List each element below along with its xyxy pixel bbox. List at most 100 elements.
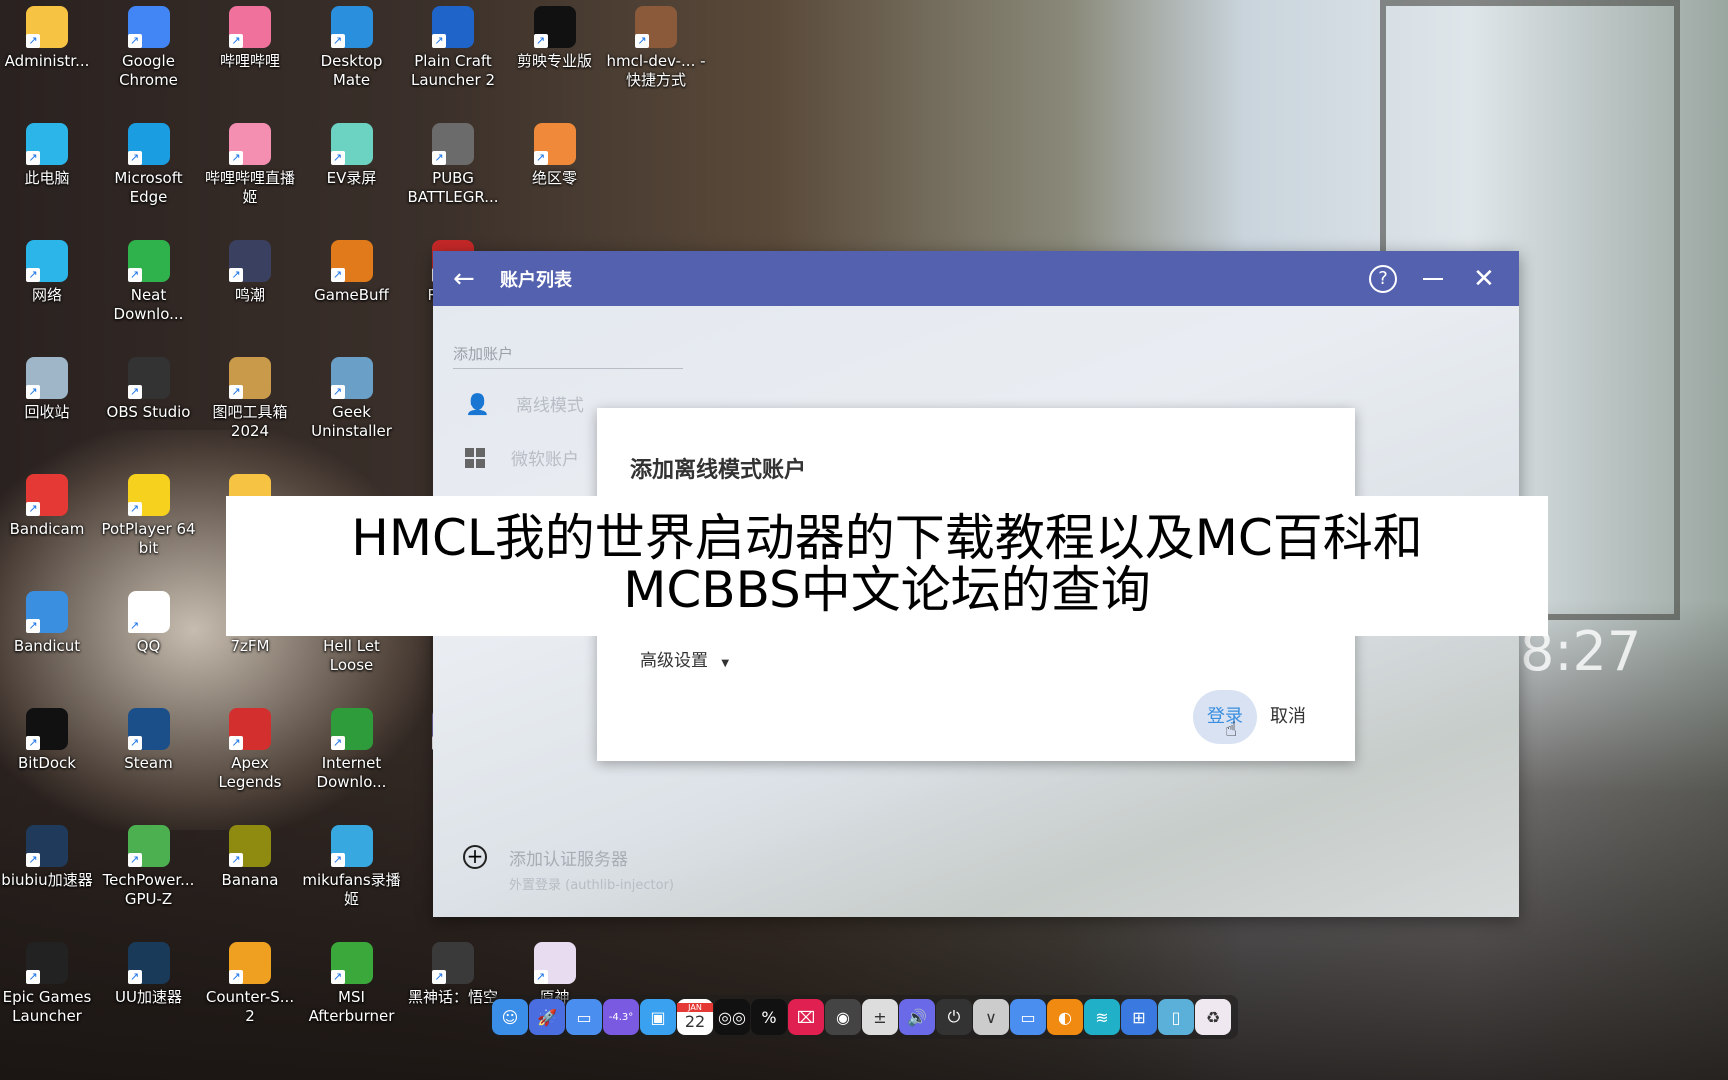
desktop-icon[interactable]: ↗ Google Chrome bbox=[98, 2, 200, 90]
desktop-icon[interactable]: ↗ OBS Studio bbox=[98, 353, 200, 422]
app-icon: ↗ bbox=[533, 942, 576, 984]
desktop-icon[interactable]: ↗ UU加速器 bbox=[98, 938, 200, 1007]
login-button[interactable]: 登录 ☝ bbox=[1193, 690, 1257, 744]
desktop-icon[interactable]: ↗ Steam bbox=[98, 704, 200, 773]
app-icon: ↗ bbox=[127, 123, 170, 165]
app-icon: ↗ bbox=[127, 825, 170, 867]
desktop-icon-label: 网络 bbox=[31, 286, 62, 304]
app-icon: ↗ bbox=[127, 591, 170, 633]
shortcut-arrow-icon: ↗ bbox=[229, 385, 243, 399]
dock-item-recycle[interactable]: ♻ bbox=[1195, 999, 1231, 1035]
desktop-icon[interactable]: ↗ Banana bbox=[199, 821, 301, 890]
desktop-icon[interactable]: ↗ 哔哩哔哩 bbox=[199, 2, 301, 71]
desktop-icon-label: 绝区零 bbox=[531, 169, 577, 187]
desktop-icon[interactable]: ↗ Bandicut bbox=[0, 587, 98, 656]
app-icon: ↗ bbox=[127, 474, 170, 516]
shortcut-arrow-icon: ↗ bbox=[26, 502, 40, 516]
desktop-icon[interactable]: ↗ TechPower... GPU-Z bbox=[98, 821, 200, 909]
dock-item-finder[interactable]: ☺ bbox=[492, 999, 528, 1035]
desktop-icon[interactable]: ↗ EV录屏 bbox=[301, 119, 403, 188]
calendar-day: 22 bbox=[684, 1012, 706, 1031]
desktop-icon[interactable]: ↗ Bandicam bbox=[0, 470, 98, 539]
dock-item-display[interactable]: ◐ bbox=[1047, 999, 1083, 1035]
dock-item-percent[interactable]: % bbox=[751, 999, 787, 1035]
dock-item-color-picker[interactable]: ◉ bbox=[825, 999, 861, 1035]
dock-item-tape[interactable]: ◎◎ bbox=[714, 999, 750, 1035]
dock-item-wifi[interactable]: ≋ bbox=[1084, 999, 1120, 1035]
desktop-icon[interactable]: ↗ 绝区零 bbox=[504, 119, 606, 188]
desktop-icon[interactable]: ↗ 网络 bbox=[0, 236, 98, 305]
desktop-icon-label: Bandicut bbox=[13, 637, 81, 655]
cancel-button[interactable]: 取消 bbox=[1270, 690, 1306, 744]
shortcut-arrow-icon: ↗ bbox=[26, 619, 40, 633]
app-icon: ↗ bbox=[26, 123, 68, 165]
app-icon: ↗ bbox=[26, 474, 68, 516]
app-icon: ↗ bbox=[330, 708, 373, 750]
close-icon[interactable]: ✕ bbox=[1473, 264, 1495, 294]
dock-item-launchpad[interactable]: 🚀 bbox=[529, 999, 565, 1035]
add-server-label: 添加认证服务器 bbox=[509, 850, 628, 870]
back-arrow-icon[interactable]: ← bbox=[453, 264, 475, 294]
desktop-icon[interactable]: ↗ Neat Downlo... bbox=[98, 236, 200, 324]
dock-item-weather[interactable]: -4.3° bbox=[603, 999, 639, 1035]
desktop-icon[interactable]: ↗ Counter-S... 2 bbox=[199, 938, 301, 1026]
desktop-icon[interactable]: ↗ hmcl-dev-... - 快捷方式 bbox=[605, 2, 707, 90]
dock-item-power[interactable]: ⏻ bbox=[936, 999, 972, 1035]
recycle-icon: ♻ bbox=[1205, 1007, 1221, 1027]
shortcut-arrow-icon: ↗ bbox=[26, 970, 40, 984]
desktop-icon-label: BitDock bbox=[17, 754, 76, 772]
shortcut-arrow-icon: ↗ bbox=[229, 268, 243, 282]
desktop-icon[interactable]: ↗ 图吧工具箱 2024 bbox=[199, 353, 301, 441]
shortcut-arrow-icon: ↗ bbox=[533, 34, 548, 48]
desktop-icon[interactable]: ↗ BitDock bbox=[0, 704, 98, 773]
desktop-icon[interactable]: ↗ PotPlayer 64 bit bbox=[98, 470, 200, 558]
desktop-icon[interactable]: ↗ MSI Afterburner bbox=[301, 938, 403, 1026]
add-auth-server[interactable]: + 添加认证服务器 外置登录 (authlib-injector) bbox=[463, 845, 674, 893]
desktop-icon-label: 鸣潮 bbox=[234, 286, 265, 304]
desktop-icon[interactable]: ↗ Internet Downlo... bbox=[301, 704, 403, 792]
desktop-icon[interactable]: ↗ Geek Uninstaller bbox=[301, 353, 403, 441]
video-title-banner: HMCL我的世界启动器的下载教程以及MC百科和 MCBBS中文论坛的查询 bbox=[226, 496, 1548, 636]
app-icon: ↗ bbox=[26, 240, 68, 282]
desktop-icon[interactable]: ↗ 黑神话：悟空 bbox=[402, 938, 504, 1007]
desktop-icon[interactable]: ↗ 回收站 bbox=[0, 353, 98, 422]
dock-item-windows[interactable]: ⊞ bbox=[1121, 999, 1157, 1035]
desktop-icon[interactable]: ↗ Plain Craft Launcher 2 bbox=[402, 2, 504, 90]
desktop-icon[interactable]: ↗ mikufans录播姬 bbox=[301, 821, 403, 909]
title-bar[interactable]: ← 账户列表 ? ✕ bbox=[433, 251, 1519, 306]
desktop-icon[interactable]: ↗ 此电脑 bbox=[0, 119, 98, 188]
desktop-icon-label: Plain Craft Launcher 2 bbox=[410, 52, 496, 89]
dock-item-screenshot[interactable]: ⌧ bbox=[788, 999, 824, 1035]
sidebar-item-microsoft[interactable]: 微软账户 bbox=[465, 445, 579, 470]
help-icon[interactable]: ? bbox=[1369, 264, 1397, 293]
desktop-icon[interactable]: ↗ biubiu加速器 bbox=[0, 821, 98, 890]
desktop-icon[interactable]: ↗ Apex Legends bbox=[199, 704, 301, 792]
sidebar-item-offline[interactable]: 👤 离线模式 bbox=[465, 391, 584, 417]
desktop-icon[interactable]: ↗ PUBG BATTLEGR... bbox=[402, 119, 504, 207]
dock-item-chevron[interactable]: ∨ bbox=[973, 999, 1009, 1035]
desktop-icon[interactable]: ↗ 剪映专业版 bbox=[504, 2, 606, 71]
advanced-settings-toggle[interactable]: 高级设置 ▼ bbox=[640, 646, 729, 671]
desktop-icon[interactable]: ↗ GameBuff bbox=[301, 236, 403, 305]
desktop-icon-label: Google Chrome bbox=[119, 52, 178, 89]
hand-cursor-icon: ☝ bbox=[1225, 717, 1238, 741]
advanced-settings-label: 高级设置 bbox=[640, 651, 708, 671]
dock-item-folder-2[interactable]: ▭ bbox=[1010, 999, 1046, 1035]
shortcut-arrow-icon: ↗ bbox=[127, 970, 142, 984]
dock-item-folder[interactable]: ▭ bbox=[566, 999, 602, 1035]
shortcut-arrow-icon: ↗ bbox=[229, 151, 243, 165]
desktop-icon[interactable]: ↗ Desktop Mate bbox=[301, 2, 403, 90]
dock-item-volume[interactable]: 🔊 bbox=[899, 999, 935, 1035]
dock-item-calendar[interactable]: JAN 22 bbox=[677, 999, 713, 1035]
desktop-icon[interactable]: ↗ Administr... bbox=[0, 2, 98, 71]
shortcut-arrow-icon: ↗ bbox=[635, 34, 649, 48]
dock-item-store[interactable]: ▣ bbox=[640, 999, 676, 1035]
desktop-icon[interactable]: ↗ Epic Games Launcher bbox=[0, 938, 98, 1026]
dock-item-calculator[interactable]: ± bbox=[862, 999, 898, 1035]
desktop-icon[interactable]: ↗ 哔哩哔哩直播姬 bbox=[199, 119, 301, 207]
dock-item-tablet[interactable]: ▯ bbox=[1158, 999, 1194, 1035]
desktop-icon[interactable]: ↗ QQ bbox=[98, 587, 200, 656]
minimize-icon[interactable] bbox=[1423, 277, 1443, 280]
desktop-icon[interactable]: ↗ Microsoft Edge bbox=[98, 119, 200, 207]
desktop-icon[interactable]: ↗ 鸣潮 bbox=[199, 236, 301, 305]
